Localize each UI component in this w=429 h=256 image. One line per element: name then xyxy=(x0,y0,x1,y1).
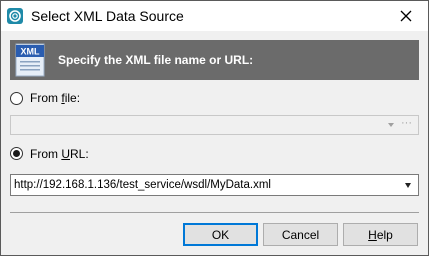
xml-document-icon: XML xyxy=(15,43,45,77)
from-url-label[interactable]: From URL: xyxy=(30,147,89,161)
ok-button[interactable]: OK xyxy=(183,223,258,246)
divider xyxy=(10,212,419,213)
title-bar: Select XML Data Source xyxy=(1,1,428,31)
dialog-window: Select XML Data Source XML Specify the X… xyxy=(0,0,429,256)
url-value[interactable]: http://192.168.1.136/test_service/wsdl/M… xyxy=(14,179,271,191)
from-file-label[interactable]: From file: xyxy=(30,91,80,105)
url-combobox[interactable]: http://192.168.1.136/test_service/wsdl/M… xyxy=(10,174,419,196)
cancel-button[interactable]: Cancel xyxy=(263,223,338,246)
from-url-radio[interactable] xyxy=(10,147,23,160)
browse-button[interactable]: ··· xyxy=(401,117,412,129)
close-button[interactable] xyxy=(384,1,428,31)
chevron-down-icon[interactable] xyxy=(388,123,394,127)
header-text: Specify the XML file name or URL: xyxy=(58,53,254,67)
xml-icon-label: XML xyxy=(21,47,41,57)
help-button[interactable]: Help xyxy=(343,223,418,246)
window-title: Select XML Data Source xyxy=(31,8,184,24)
header-banner: XML Specify the XML file name or URL: xyxy=(10,40,419,80)
from-file-radio[interactable] xyxy=(10,92,23,105)
ring-icon xyxy=(7,8,23,24)
chevron-down-icon[interactable] xyxy=(405,183,411,188)
file-path-combobox[interactable]: ··· xyxy=(10,115,419,135)
close-icon xyxy=(400,10,412,22)
